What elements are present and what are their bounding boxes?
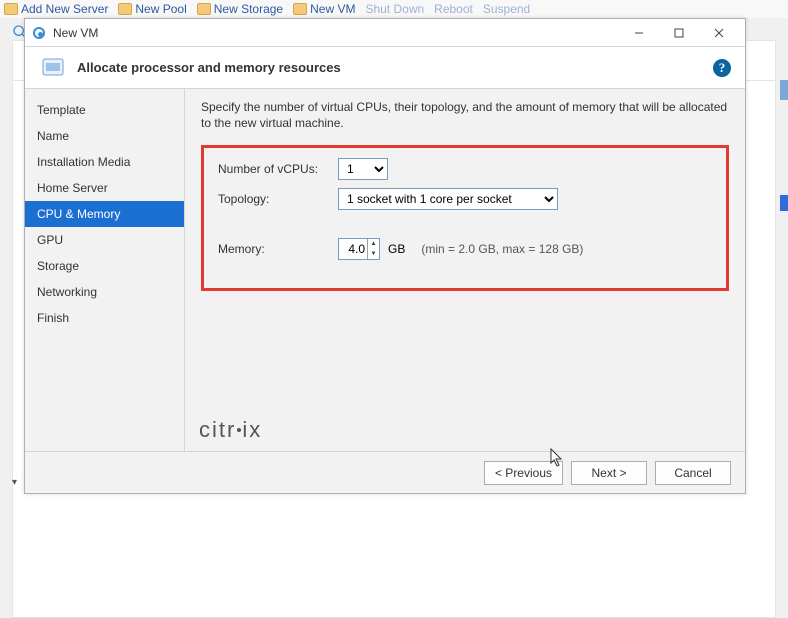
citrix-logo: citrix [199,417,262,443]
bg-item: New VM [310,2,355,16]
nav-storage[interactable]: Storage [25,253,184,279]
memory-hint: (min = 2.0 GB, max = 128 GB) [421,242,583,256]
highlight-annotation: Number of vCPUs: 1 Topology: 1 socket wi… [201,145,729,291]
bg-accent [780,80,788,100]
app-icon [31,25,47,41]
bg-item: Suspend [483,2,530,16]
memory-spinner[interactable]: ▲ ▼ [338,238,380,260]
nav-finish[interactable]: Finish [25,305,184,331]
nav-gpu[interactable]: GPU [25,227,184,253]
bg-item: New Storage [214,2,283,16]
bg-item: Add New Server [21,2,108,16]
description-text: Specify the number of virtual CPUs, thei… [201,99,729,131]
nav-name[interactable]: Name [25,123,184,149]
maximize-button[interactable] [659,20,699,46]
wizard-icon [39,54,67,82]
wizard-nav: Template Name Installation Media Home Se… [25,89,185,451]
background-toolbar: Add New Server New Pool New Storage New … [0,0,788,18]
content-pane: Specify the number of virtual CPUs, thei… [185,89,745,451]
memory-label: Memory: [218,242,338,256]
bg-accent [780,195,788,211]
nav-template[interactable]: Template [25,97,184,123]
window-title: New VM [53,26,98,40]
cancel-button[interactable]: Cancel [655,461,731,485]
new-vm-dialog: New VM Allocate processor and memory res… [24,18,746,494]
brand-char: i [242,417,249,442]
next-button[interactable]: Next > [571,461,647,485]
topology-select[interactable]: 1 socket with 1 core per socket [338,188,558,210]
nav-home-server[interactable]: Home Server [25,175,184,201]
topology-label: Topology: [218,192,338,206]
bg-item: Shut Down [365,2,424,16]
wizard-footer: < Previous Next > Cancel [25,451,745,493]
help-icon[interactable]: ? [713,59,731,77]
bg-item: New Pool [135,2,186,16]
previous-button[interactable]: < Previous [484,461,563,485]
memory-input[interactable] [339,239,367,259]
nav-installation-media[interactable]: Installation Media [25,149,184,175]
bg-item: Reboot [434,2,473,16]
nav-cpu-memory[interactable]: CPU & Memory [25,201,184,227]
vcpus-label: Number of vCPUs: [218,162,338,176]
title-bar: New VM [25,19,745,47]
minimize-button[interactable] [619,20,659,46]
page-title: Allocate processor and memory resources [77,60,341,75]
vcpus-select[interactable]: 1 [338,158,388,180]
memory-unit: GB [388,242,405,256]
brand-char: i [212,417,219,442]
brand-dot-icon [237,428,241,432]
wizard-header: Allocate processor and memory resources … [25,47,745,89]
nav-networking[interactable]: Networking [25,279,184,305]
bg-caret-icon: ▾ [12,477,17,488]
spinner-up-icon[interactable]: ▲ [368,239,379,249]
close-button[interactable] [699,20,739,46]
spinner-down-icon[interactable]: ▼ [368,249,379,259]
